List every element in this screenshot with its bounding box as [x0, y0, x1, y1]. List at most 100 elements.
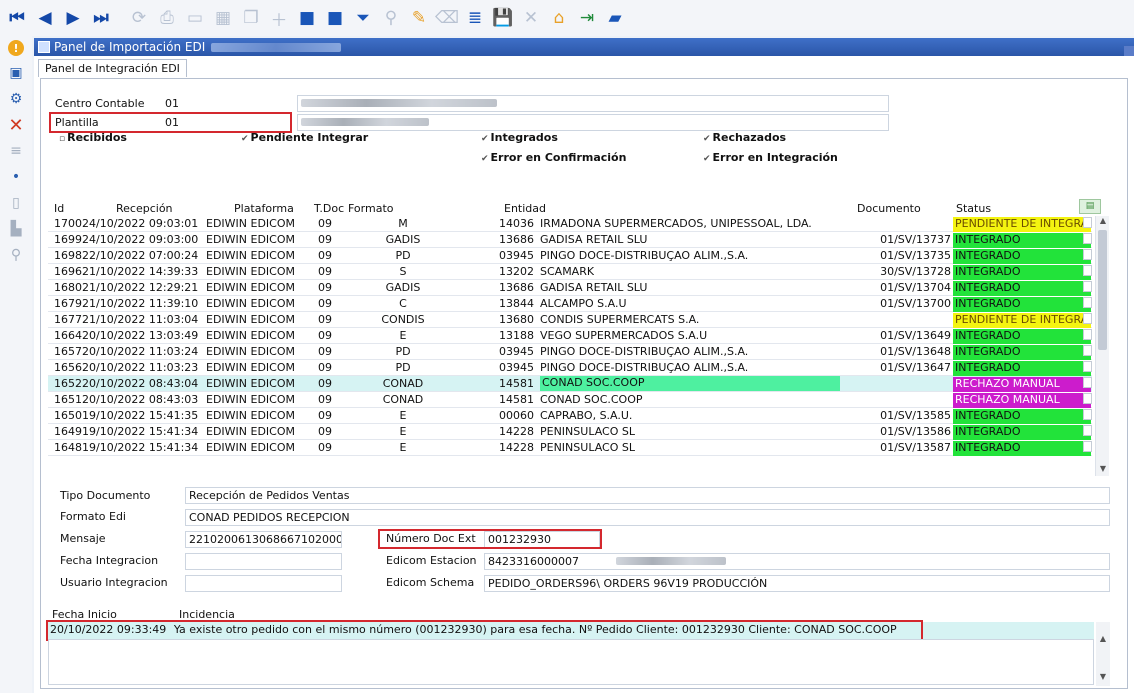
row-checkbox[interactable]: [1083, 313, 1092, 324]
col-tdoc[interactable]: T.Doc: [314, 202, 344, 215]
checkbox-pendiente[interactable]: ✔ Pendiente Integrar: [241, 131, 368, 144]
scroll-up-icon[interactable]: ▲: [1096, 216, 1110, 228]
table-row[interactable]: 1664 20/10/2022 13:03:49 EDIWIN EDICOM 09 E 1…: [48, 328, 1092, 344]
col-recepcion[interactable]: Recepción: [116, 202, 173, 215]
cell-entidad: 13686: [499, 281, 534, 294]
table-row[interactable]: 1696 21/10/2022 14:39:33 EDIWIN EDICOM 09 S 1…: [48, 264, 1092, 280]
highlight-incidencia: [46, 620, 923, 641]
cell-plataforma: EDIWIN EDICOM: [206, 265, 296, 278]
save-form-icon[interactable]: ■: [294, 4, 320, 32]
checkbox-integrados[interactable]: ✔ Integrados: [481, 131, 558, 144]
search-icon[interactable]: ⚲: [378, 4, 404, 32]
next-record-icon[interactable]: ▶: [60, 4, 86, 32]
print-icon[interactable]: ⎙: [154, 4, 180, 32]
left-sidebar: ! ▣ ⚙ ✕ ≡ • ▯ ▙ ⚲: [0, 36, 32, 693]
col-documento[interactable]: Documento: [857, 202, 921, 215]
cell-plataforma: EDIWIN EDICOM: [206, 393, 296, 406]
cell-nombre: VEGO SUPERMERCADOS S.A.U: [540, 329, 708, 342]
row-checkbox[interactable]: [1083, 329, 1092, 340]
scroll-thumb[interactable]: [1098, 230, 1107, 350]
table-row[interactable]: 1679 21/10/2022 11:39:10 EDIWIN EDICOM 09 C 1…: [48, 296, 1092, 312]
save-icon[interactable]: 💾: [490, 4, 516, 32]
dot-icon[interactable]: •: [6, 168, 26, 186]
col-status[interactable]: Status: [956, 202, 991, 215]
list-icon[interactable]: ≡: [6, 142, 26, 160]
filter-icon[interactable]: ⏷: [350, 4, 376, 32]
grid-icon[interactable]: ▦: [210, 4, 236, 32]
table-row[interactable]: 1698 22/10/2022 07:00:24 EDIWIN EDICOM 09 PD…: [48, 248, 1092, 264]
table-row[interactable]: 1680 21/10/2022 12:29:21 EDIWIN EDICOM 09 GA…: [48, 280, 1092, 296]
row-checkbox[interactable]: [1083, 393, 1092, 404]
row-checkbox[interactable]: [1083, 265, 1092, 276]
chart-icon[interactable]: ▙: [6, 220, 26, 238]
col-entidad[interactable]: Entidad: [504, 202, 546, 215]
row-checkbox[interactable]: [1083, 217, 1092, 228]
table-row[interactable]: 1650 19/10/2022 15:41:35 EDIWIN EDICOM 09 E 0…: [48, 408, 1092, 424]
copy-icon[interactable]: ❐: [238, 4, 264, 32]
table-scrollbar[interactable]: ▲ ▼: [1095, 216, 1109, 476]
row-checkbox[interactable]: [1083, 441, 1092, 452]
tab-panel-integracion[interactable]: Panel de Integración EDI: [38, 59, 187, 77]
table-row[interactable]: 1657 20/10/2022 11:03:24 EDIWIN EDICOM 09 PD…: [48, 344, 1092, 360]
scroll-down-icon[interactable]: ▼: [1096, 464, 1110, 476]
clipboard-icon[interactable]: ▰: [602, 4, 628, 32]
cell-recepcion: 20/10/2022 11:03:23: [82, 361, 199, 374]
table-row[interactable]: 1677 21/10/2022 11:03:04 EDIWIN EDICOM 09 CO…: [48, 312, 1092, 328]
col-plataforma[interactable]: Plataforma: [234, 202, 294, 215]
open-icon[interactable]: ■: [322, 4, 348, 32]
table-row[interactable]: 1649 19/10/2022 15:41:34 EDIWIN EDICOM 09 E 1…: [48, 424, 1092, 440]
document-icon[interactable]: ▯: [6, 194, 26, 212]
clear-icon[interactable]: ⌫: [434, 4, 460, 32]
home-icon[interactable]: ⌂: [546, 4, 572, 32]
table-row[interactable]: 1656 20/10/2022 11:03:23 EDIWIN EDICOM 09 PD…: [48, 360, 1092, 376]
checkmark-icon: ✔: [703, 154, 711, 164]
grid-settings-icon[interactable]: ▤: [1079, 199, 1101, 214]
checkbox-error-integracion[interactable]: ✔ Error en Integración: [703, 151, 838, 164]
last-record-icon[interactable]: ⏭: [88, 4, 114, 32]
row-checkbox[interactable]: [1083, 249, 1092, 260]
delete-icon[interactable]: ✕: [518, 4, 544, 32]
monitor-icon[interactable]: ▣: [6, 64, 26, 82]
row-checkbox[interactable]: [1083, 345, 1092, 356]
refresh-icon[interactable]: ⟳: [126, 4, 152, 32]
row-checkbox[interactable]: [1083, 409, 1092, 420]
table-row[interactable]: 1699 24/10/2022 09:03:00 EDIWIN EDICOM 09 GA…: [48, 232, 1092, 248]
edit-icon[interactable]: ✎: [406, 4, 432, 32]
status-badge: INTEGRADO: [953, 425, 1091, 440]
magnifier-icon[interactable]: ⚲: [6, 246, 26, 264]
export-icon[interactable]: ≣: [462, 4, 488, 32]
checkbox-recibidos[interactable]: ▫ Recibidos: [59, 131, 127, 144]
cell-plataforma: EDIWIN EDICOM: [206, 425, 296, 438]
row-checkbox[interactable]: [1083, 233, 1092, 244]
checkbox-error-confirmacion[interactable]: ✔ Error en Confirmación: [481, 151, 626, 164]
add-icon[interactable]: ＋: [266, 4, 292, 32]
row-checkbox[interactable]: [1083, 377, 1092, 388]
row-checkbox[interactable]: [1083, 281, 1092, 292]
centro-contable-code[interactable]: 01: [165, 97, 179, 110]
scroll-up-icon[interactable]: ▲: [1096, 634, 1110, 643]
col-formato[interactable]: Formato: [348, 202, 394, 215]
prev-record-icon[interactable]: ◀: [32, 4, 58, 32]
close-icon[interactable]: ✕: [6, 115, 26, 136]
centro-contable-label: Centro Contable: [55, 97, 145, 110]
table-row[interactable]: 1652 20/10/2022 08:43:04 EDIWIN EDICOM 09 CO…: [48, 376, 1092, 392]
incidence-log: Fecha Inicio Incidencia 20/10/2022 09:33…: [46, 608, 1110, 688]
log-scrollbar[interactable]: ▲ ▼: [1096, 622, 1110, 686]
cell-entidad: 03945: [499, 361, 534, 374]
checkbox-rechazados[interactable]: ✔ Rechazados: [703, 131, 786, 144]
row-checkbox[interactable]: [1083, 297, 1092, 308]
first-record-icon[interactable]: ⏮: [4, 4, 30, 32]
scroll-down-icon[interactable]: ▼: [1096, 672, 1110, 681]
exit-icon[interactable]: ⇥: [574, 4, 600, 32]
table-row[interactable]: 1700 24/10/2022 09:03:01 EDIWIN EDICOM 09 M 1…: [48, 216, 1092, 232]
preview-icon[interactable]: ▭: [182, 4, 208, 32]
settings-icon[interactable]: ⚙: [6, 90, 26, 108]
cell-recepcion: 20/10/2022 08:43:03: [82, 393, 199, 406]
row-checkbox[interactable]: [1083, 361, 1092, 372]
row-checkbox[interactable]: [1083, 425, 1092, 436]
table-row[interactable]: 1648 19/10/2022 15:41:34 EDIWIN EDICOM 09 E 1…: [48, 440, 1092, 456]
col-id[interactable]: Id: [54, 202, 64, 215]
import-window: Panel de Importación EDI Panel de Integr…: [34, 38, 1134, 693]
info-icon[interactable]: !: [8, 40, 24, 56]
table-row[interactable]: 1651 20/10/2022 08:43:03 EDIWIN EDICOM 09 CO…: [48, 392, 1092, 408]
